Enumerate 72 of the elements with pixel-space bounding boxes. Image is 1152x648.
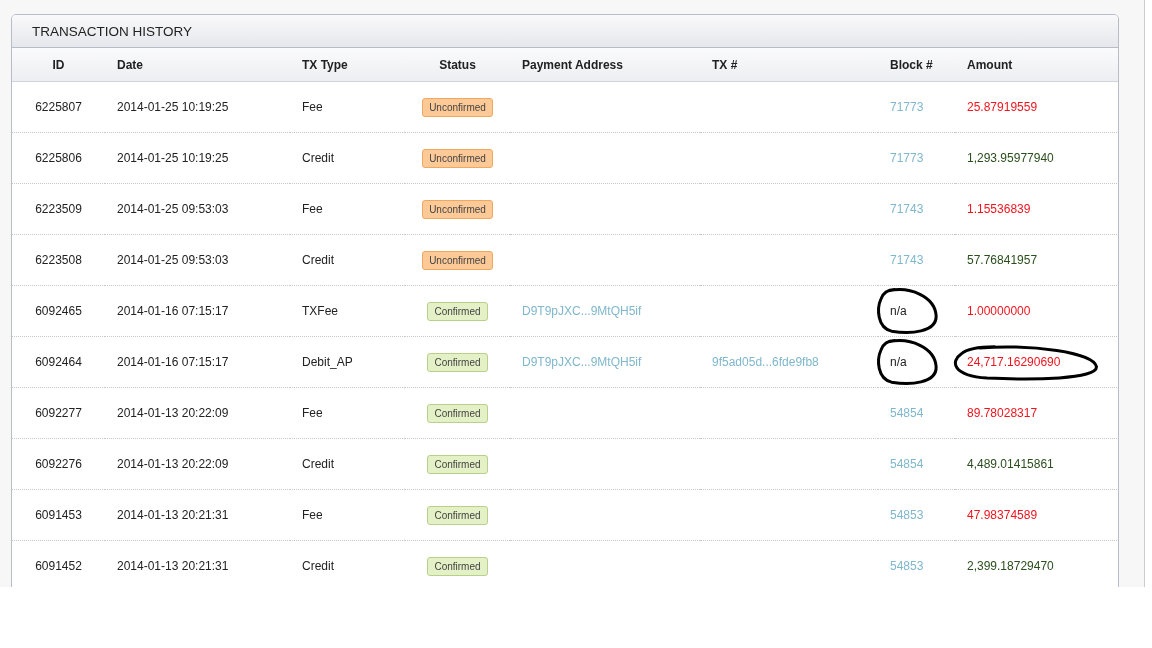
status-badge: Confirmed (427, 556, 488, 576)
column-header: Block # (878, 48, 955, 82)
block-link[interactable]: 71743 (890, 202, 924, 216)
id-cell: 6223509 (35, 202, 82, 216)
id-cell: 6225806 (35, 151, 82, 165)
tx-type-cell: Debit_AP (302, 355, 353, 369)
date-cell: 2014-01-25 09:53:03 (117, 253, 229, 267)
status-badge: Confirmed (427, 301, 488, 321)
date-cell: 2014-01-13 20:21:31 (117, 508, 229, 522)
tx-type-cell: Fee (302, 406, 323, 420)
date-cell: 2014-01-25 10:19:25 (117, 100, 229, 114)
block-link[interactable]: 71743 (890, 253, 924, 267)
tx-type-cell: Credit (302, 151, 334, 165)
block-cell: n/a (890, 304, 907, 318)
column-header: ID (12, 48, 105, 82)
id-cell: 6091453 (35, 508, 82, 522)
amount-cell: 89.78028317 (967, 406, 1038, 420)
tx-type-cell: TXFee (302, 304, 338, 318)
status-badge: Confirmed (427, 403, 488, 423)
status-badge: Unconfirmed (422, 250, 493, 270)
column-header: Payment Address (510, 48, 700, 82)
column-header: TX Type (290, 48, 405, 82)
column-header: Date (105, 48, 290, 82)
tx-type-cell: Fee (302, 508, 323, 522)
block-link[interactable]: 71773 (890, 151, 924, 165)
status-badge: Confirmed (427, 505, 488, 525)
status-badge: Unconfirmed (422, 199, 493, 219)
id-cell: 6091452 (35, 559, 82, 573)
column-header: Status (405, 48, 510, 82)
amount-cell: 57.76841957 (967, 253, 1038, 267)
tx-type-cell: Credit (302, 457, 334, 471)
amount-cell: 1,293.95977940 (967, 151, 1054, 165)
amount-cell: 1.00000000 (967, 304, 1031, 318)
status-badge: Unconfirmed (422, 97, 493, 117)
block-link[interactable]: 54854 (890, 406, 924, 420)
tx-type-cell: Credit (302, 253, 334, 267)
tx-type-cell: Fee (302, 100, 323, 114)
tx-hash-link[interactable]: 9f5ad05d...6fde9fb8 (712, 355, 819, 369)
column-header: TX # (700, 48, 878, 82)
date-cell: 2014-01-13 20:22:09 (117, 457, 229, 471)
amount-cell: 4,489.01415861 (967, 457, 1054, 471)
status-badge: Confirmed (427, 352, 488, 372)
date-cell: 2014-01-16 07:15:17 (117, 355, 229, 369)
tx-type-cell: Credit (302, 559, 334, 573)
block-link[interactable]: 54853 (890, 559, 924, 573)
date-cell: 2014-01-25 10:19:25 (117, 151, 229, 165)
amount-cell: 2,399.18729470 (967, 559, 1054, 573)
block-cell: n/a (890, 355, 907, 369)
id-cell: 6092464 (35, 355, 82, 369)
amount-cell: 25.87919559 (967, 100, 1038, 114)
id-cell: 6092277 (35, 406, 82, 420)
panel-title: TRANSACTION HISTORY (32, 23, 193, 39)
date-cell: 2014-01-13 20:22:09 (117, 406, 229, 420)
payment-address-link[interactable]: D9T9pJXC...9MtQH5if (522, 355, 642, 369)
block-link[interactable]: 54853 (890, 508, 924, 522)
id-cell: 6225807 (35, 100, 82, 114)
block-link[interactable]: 71773 (890, 100, 924, 114)
amount-cell: 47.98374589 (967, 508, 1038, 522)
date-cell: 2014-01-25 09:53:03 (117, 202, 229, 216)
status-badge: Confirmed (427, 454, 488, 474)
block-link[interactable]: 54854 (890, 457, 924, 471)
amount-cell: 1.15536839 (967, 202, 1031, 216)
tx-type-cell: Fee (302, 202, 323, 216)
id-cell: 6092465 (35, 304, 82, 318)
column-header: Amount (955, 48, 1118, 82)
date-cell: 2014-01-16 07:15:17 (117, 304, 229, 318)
amount-cell: 24,717.16290690 (967, 355, 1061, 369)
id-cell: 6223508 (35, 253, 82, 267)
status-badge: Unconfirmed (422, 148, 493, 168)
payment-address-link[interactable]: D9T9pJXC...9MtQH5if (522, 304, 642, 318)
date-cell: 2014-01-13 20:21:31 (117, 559, 229, 573)
id-cell: 6092276 (35, 457, 82, 471)
